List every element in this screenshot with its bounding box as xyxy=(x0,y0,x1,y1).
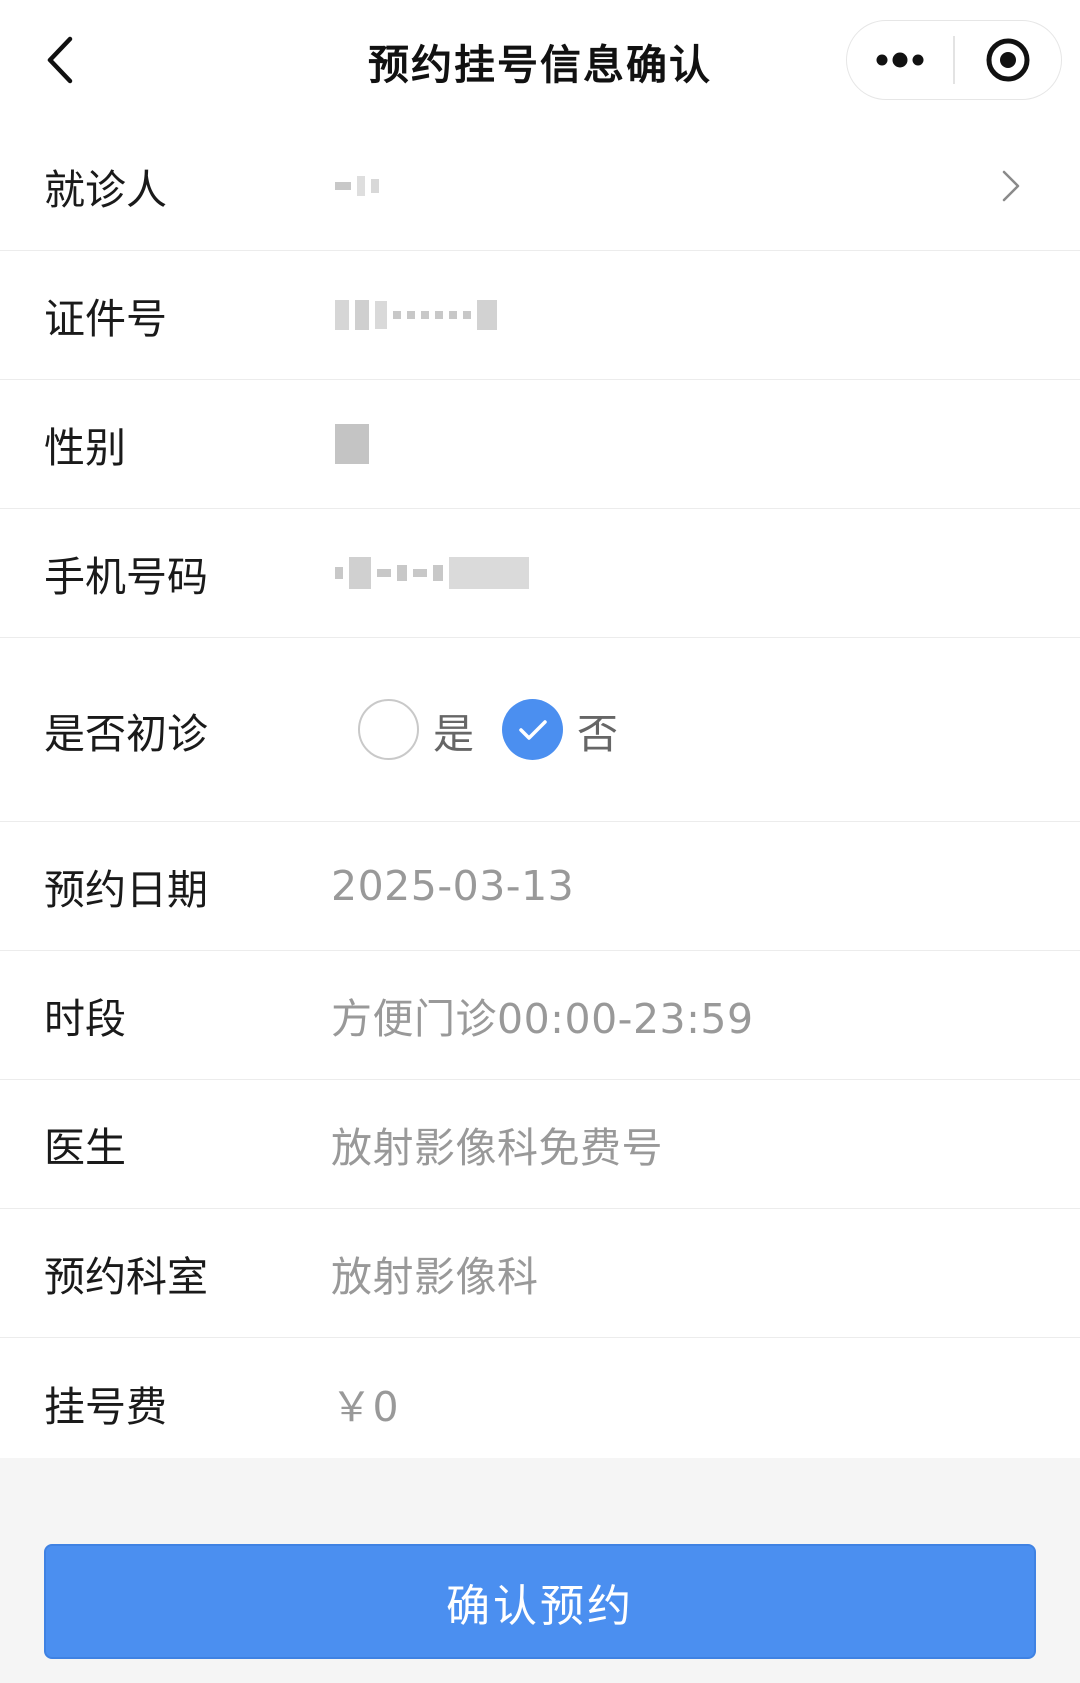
id-number-value-masked xyxy=(335,295,497,335)
radio-option-yes[interactable]: 是 xyxy=(358,699,474,760)
row-department: 预约科室 放射影像科 xyxy=(0,1209,1080,1338)
row-id-number: 证件号 xyxy=(0,251,1080,380)
id-number-label: 证件号 xyxy=(44,295,167,343)
patient-select-arrow[interactable] xyxy=(1000,122,1022,250)
doctor-value: 放射影像科免费号 xyxy=(331,1124,663,1172)
first-visit-label: 是否初诊 xyxy=(44,709,208,758)
radio-option-no[interactable]: 否 xyxy=(502,699,618,760)
more-button[interactable] xyxy=(847,20,953,100)
row-patient[interactable]: 就诊人 xyxy=(0,122,1080,251)
row-gender: 性别 xyxy=(0,380,1080,509)
gender-value-masked xyxy=(335,424,369,464)
patient-value-masked xyxy=(335,166,379,206)
radio-circle-unchecked[interactable] xyxy=(358,699,419,760)
fee-label: 挂号费 xyxy=(44,1382,167,1431)
radio-circle-checked[interactable] xyxy=(502,699,563,760)
target-circle-icon xyxy=(986,38,1030,82)
row-date: 预约日期 2025-03-13 xyxy=(0,822,1080,951)
chevron-right-icon xyxy=(1002,170,1020,202)
row-phone: 手机号码 xyxy=(0,509,1080,638)
check-icon xyxy=(518,719,547,740)
appointment-form: 就诊人 证件号 性别 手机号码 是否初诊 是 否 预约日期 2025-03-13… xyxy=(0,122,1080,1467)
department-value: 放射影像科 xyxy=(331,1253,539,1301)
bottom-action-area: 确认预约 xyxy=(0,1458,1080,1683)
mini-program-capsule xyxy=(846,20,1062,100)
row-first-visit: 是否初诊 是 否 xyxy=(0,638,1080,822)
fee-value: ￥0 xyxy=(331,1382,400,1431)
date-value: 2025-03-13 xyxy=(331,862,575,910)
row-time-slot: 时段 方便门诊00:00-23:59 xyxy=(0,951,1080,1080)
close-miniprogram-button[interactable] xyxy=(955,20,1061,100)
radio-no-label: 否 xyxy=(577,709,618,758)
row-fee: 挂号费 ￥0 xyxy=(0,1338,1080,1467)
navigation-bar: 预约挂号信息确认 xyxy=(0,0,1080,122)
phone-label: 手机号码 xyxy=(44,553,208,601)
first-visit-radio-group: 是 否 xyxy=(358,699,646,760)
date-label: 预约日期 xyxy=(44,866,208,914)
gender-label: 性别 xyxy=(44,424,126,472)
time-slot-value: 方便门诊00:00-23:59 xyxy=(331,995,754,1043)
doctor-label: 医生 xyxy=(44,1124,126,1172)
more-dots-icon xyxy=(876,52,924,68)
department-label: 预约科室 xyxy=(44,1253,208,1301)
patient-label: 就诊人 xyxy=(44,166,167,214)
row-doctor: 医生 放射影像科免费号 xyxy=(0,1080,1080,1209)
radio-yes-label: 是 xyxy=(433,709,474,758)
phone-value-masked xyxy=(335,553,529,593)
time-slot-label: 时段 xyxy=(44,995,126,1043)
confirm-appointment-button[interactable]: 确认预约 xyxy=(44,1544,1036,1659)
